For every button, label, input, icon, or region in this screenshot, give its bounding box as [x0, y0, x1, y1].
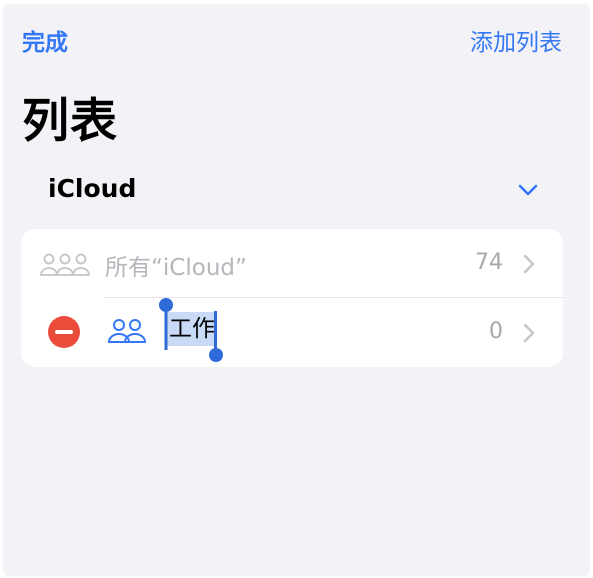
section-header-icloud[interactable]: iCloud	[48, 174, 136, 203]
list-item-all-icloud[interactable]: 所有“iCloud” 74	[21, 229, 563, 297]
list-count: 74	[475, 250, 503, 275]
lists-card: 所有“iCloud” 74 工作 0	[21, 229, 563, 367]
list-item-work[interactable]: 工作 0	[21, 298, 563, 366]
add-list-button[interactable]: 添加列表	[470, 23, 562, 57]
selection-start-handle[interactable]	[159, 298, 173, 350]
list-count: 0	[489, 319, 503, 344]
lists-screen: 完成 添加列表 列表 iCloud 所有“iCloud” 74 工作 0	[3, 4, 590, 576]
page-title: 列表	[22, 94, 118, 149]
chevron-right-icon	[523, 254, 535, 274]
chevron-right-icon	[523, 323, 535, 343]
delete-icon[interactable]	[47, 315, 81, 349]
people-icon	[107, 319, 147, 343]
done-button[interactable]: 完成	[22, 23, 68, 57]
list-name: 所有“iCloud”	[105, 255, 247, 281]
people-icon	[40, 253, 90, 276]
selection-end-handle[interactable]	[207, 311, 225, 363]
chevron-down-icon[interactable]	[517, 182, 539, 198]
